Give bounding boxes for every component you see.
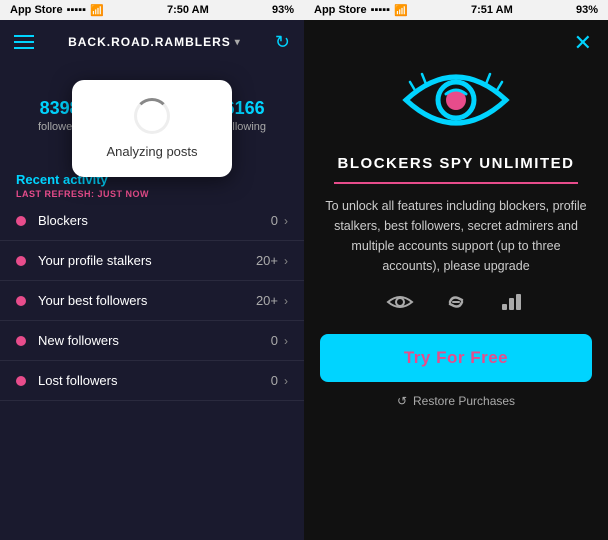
chevron-right-icon: › bbox=[284, 214, 288, 228]
hamburger-menu[interactable] bbox=[14, 35, 34, 49]
try-for-free-button[interactable]: Try For Free bbox=[320, 334, 592, 382]
dot-icon bbox=[16, 296, 26, 306]
left-panel: App Store ▪▪▪▪▪ 📶 7:50 AM 93% BACK.ROAD.… bbox=[0, 0, 304, 540]
right-panel: App Store ▪▪▪▪▪ 📶 7:51 AM 93% ✕ bbox=[304, 0, 608, 540]
app-store-label-left: App Store bbox=[10, 4, 63, 16]
upgrade-description: To unlock all features including blocker… bbox=[304, 196, 608, 276]
right-status-bar: App Store ▪▪▪▪▪ 📶 7:51 AM 93% bbox=[304, 0, 608, 20]
item-label: New followers bbox=[38, 333, 271, 348]
signal-icon: ▪▪▪▪▪ bbox=[67, 4, 87, 16]
spinner-icon bbox=[134, 98, 170, 134]
left-battery: 93% bbox=[272, 4, 294, 16]
right-signal-icon: ▪▪▪▪▪ bbox=[371, 4, 391, 16]
chart-feature-icon bbox=[498, 292, 526, 318]
eye-icon bbox=[396, 64, 516, 136]
nav-chevron-icon: ▾ bbox=[235, 37, 241, 48]
item-label: Lost followers bbox=[38, 373, 271, 388]
left-status-bar: App Store ▪▪▪▪▪ 📶 7:50 AM 93% bbox=[0, 0, 304, 20]
eye-icon-wrap bbox=[396, 64, 516, 141]
dot-icon bbox=[16, 376, 26, 386]
item-label: Your best followers bbox=[38, 293, 256, 308]
right-time: 7:51 AM bbox=[471, 4, 513, 16]
dot-icon bbox=[16, 336, 26, 346]
upgrade-title: BLOCKERS SPY UNLIMITED bbox=[338, 155, 575, 172]
item-count: 0 bbox=[271, 373, 278, 388]
close-button[interactable]: ✕ bbox=[574, 30, 592, 56]
restore-purchases[interactable]: ↺ Restore Purchases bbox=[397, 394, 515, 408]
divider bbox=[334, 182, 577, 184]
dot-icon bbox=[16, 216, 26, 226]
wifi-icon: 📶 bbox=[90, 4, 104, 17]
chevron-right-icon: › bbox=[284, 254, 288, 268]
restore-icon: ↺ bbox=[397, 394, 407, 408]
refresh-button[interactable]: ↻ bbox=[275, 32, 290, 53]
restore-label: Restore Purchases bbox=[413, 394, 515, 408]
right-battery: 93% bbox=[576, 4, 598, 16]
nav-title[interactable]: BACK.ROAD.RAMBLERS ▾ bbox=[68, 35, 241, 49]
analyzing-text: Analyzing posts bbox=[100, 144, 204, 159]
item-count: 0 bbox=[271, 213, 278, 228]
list-item[interactable]: New followers 0 › bbox=[0, 321, 304, 361]
close-bar: ✕ bbox=[304, 20, 608, 56]
item-count: 20+ bbox=[256, 253, 278, 268]
item-count: 20+ bbox=[256, 293, 278, 308]
left-time: 7:50 AM bbox=[167, 4, 209, 16]
dot-icon bbox=[16, 256, 26, 266]
section-subtitle: LAST REFRESH: JUST NOW bbox=[16, 189, 288, 199]
activity-list: Blockers 0 › Your profile stalkers 20+ ›… bbox=[0, 201, 304, 540]
chevron-right-icon: › bbox=[284, 374, 288, 388]
list-item[interactable]: Your profile stalkers 20+ › bbox=[0, 241, 304, 281]
list-item[interactable]: Blockers 0 › bbox=[0, 201, 304, 241]
item-label: Your profile stalkers bbox=[38, 253, 256, 268]
analyzing-modal: Analyzing posts bbox=[72, 80, 232, 177]
chevron-right-icon: › bbox=[284, 334, 288, 348]
link-feature-icon bbox=[442, 292, 470, 318]
list-item[interactable]: Lost followers 0 › bbox=[0, 361, 304, 401]
feature-icons bbox=[386, 292, 526, 318]
right-wifi-icon: 📶 bbox=[394, 4, 408, 17]
item-count: 0 bbox=[271, 333, 278, 348]
chevron-right-icon: › bbox=[284, 294, 288, 308]
nav-bar: BACK.ROAD.RAMBLERS ▾ ↻ bbox=[0, 20, 304, 64]
item-label: Blockers bbox=[38, 213, 271, 228]
app-store-label-right: App Store bbox=[314, 4, 367, 16]
list-item[interactable]: Your best followers 20+ › bbox=[0, 281, 304, 321]
eye-feature-icon bbox=[386, 292, 414, 318]
